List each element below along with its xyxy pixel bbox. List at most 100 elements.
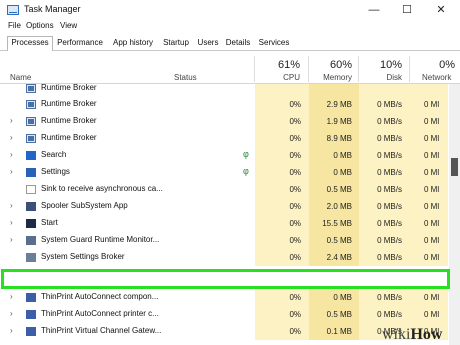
net-value: 0 Ml <box>424 151 440 160</box>
memory-column-header[interactable]: Memory <box>309 73 352 82</box>
menu-options[interactable]: Options <box>26 21 54 30</box>
net-value: 0 Ml <box>424 236 440 245</box>
disk-value: 0 MB/s <box>377 219 402 228</box>
process-row[interactable]: › Search φ 0% 0 MB 0 MB/s 0 Ml <box>0 147 448 164</box>
process-name: ThinPrint AutoConnect compon... <box>41 292 159 301</box>
process-row[interactable]: › Runtime Broker 0% 8.9 MB 0 MB/s 0 Ml <box>0 130 448 147</box>
process-name: Settings <box>41 167 70 176</box>
net-value: 0 Ml <box>424 293 440 302</box>
disk-value: 0 MB/s <box>377 236 402 245</box>
process-name: Runtime Broker <box>41 84 97 92</box>
shield-icon <box>26 236 36 245</box>
network-column-header[interactable]: Network <box>410 73 455 82</box>
blank-icon <box>26 185 36 194</box>
expand-chevron-icon[interactable]: › <box>10 167 13 176</box>
process-name: Spooler SubSystem App <box>41 201 128 210</box>
thinprint-icon <box>26 310 36 319</box>
mem-value: 0 MB <box>333 151 352 160</box>
mem-value: 0 MB <box>333 293 352 302</box>
column-divider[interactable] <box>308 56 309 82</box>
tab-startup[interactable]: Startup <box>160 37 192 49</box>
mem-value: 15.5 MB <box>322 219 352 228</box>
thinprint-icon <box>26 327 36 336</box>
tab-services[interactable]: Services <box>256 37 292 49</box>
settings-broker-icon <box>26 253 36 262</box>
minimize-button[interactable]: — <box>357 0 391 20</box>
process-name: System Settings Broker <box>41 252 125 261</box>
mem-value: 2.0 MB <box>326 202 352 211</box>
net-value: 0 Ml <box>424 168 440 177</box>
process-row[interactable]: › ThinPrint AutoConnect compon... 0% 0 MB 0 … <box>0 289 448 306</box>
column-divider[interactable] <box>254 56 255 82</box>
vertical-scrollbar[interactable] <box>449 84 460 345</box>
expand-chevron-icon[interactable]: › <box>10 235 13 244</box>
menu-file[interactable]: File <box>8 21 21 30</box>
suspended-leaf-icon: φ <box>243 149 249 159</box>
thinprint-icon <box>26 293 36 302</box>
menu-bar: File Options View <box>0 20 460 34</box>
expand-chevron-icon[interactable]: › <box>10 133 13 142</box>
cpu-value: 0% <box>289 168 301 177</box>
process-name: Runtime Broker <box>41 99 97 108</box>
column-divider[interactable] <box>409 56 410 82</box>
net-value: 0 Ml <box>424 185 440 194</box>
expand-chevron-icon[interactable]: › <box>10 309 13 318</box>
column-header: ⌃ Name Status 61% CPU 60% Memory 10% Dis… <box>0 51 460 112</box>
process-row[interactable]: › Start 0% 15.5 MB 0 MB/s 0 Ml <box>0 215 448 232</box>
tab-users[interactable]: Users <box>195 37 221 49</box>
process-row[interactable]: Sink to receive asynchronous ca... 0% 0.5 … <box>0 181 448 198</box>
highlight-box <box>1 269 450 289</box>
cpu-value: 0% <box>289 293 301 302</box>
disk-value: 0 MB/s <box>377 134 402 143</box>
cpu-value: 0% <box>289 219 301 228</box>
expand-chevron-icon[interactable]: › <box>10 292 13 301</box>
mem-value: 0.1 MB <box>326 327 352 336</box>
expand-chevron-icon[interactable]: › <box>10 326 13 335</box>
expand-chevron-icon[interactable]: › <box>10 150 13 159</box>
memory-percent: 60% <box>329 59 352 71</box>
process-row[interactable]: Runtime Broker 0% 2.9 MB 0 MB/s 0 Ml <box>0 96 448 113</box>
disk-value: 0 MB/s <box>377 117 402 126</box>
process-row[interactable]: System Settings Broker 0% 2.4 MB 0 MB/s 0 Ml <box>0 249 448 266</box>
process-row[interactable]: › System Guard Runtime Monitor... 0% 0.5 MB… <box>0 232 448 249</box>
close-button[interactable]: ✕ <box>424 0 458 20</box>
mem-value: 0 MB <box>333 168 352 177</box>
wikihow-watermark: wikiHow <box>382 326 442 344</box>
task-manager-icon <box>7 5 19 15</box>
cpu-value: 0% <box>289 202 301 211</box>
mem-value: 0.5 MB <box>326 236 352 245</box>
column-divider[interactable] <box>358 56 359 82</box>
process-row[interactable]: › Runtime Broker 0% 1.9 MB 0 MB/s 0 Ml <box>0 113 448 130</box>
disk-value: 0 MB/s <box>377 310 402 319</box>
watermark-part1: wiki <box>382 326 411 343</box>
tab-processes[interactable]: Processes <box>7 36 53 51</box>
disk-column-header[interactable]: Disk <box>359 73 402 82</box>
broker-icon <box>26 100 36 109</box>
process-row[interactable]: › ThinPrint AutoConnect printer c... 0% 0.5… <box>0 306 448 323</box>
tab-details[interactable]: Details <box>223 37 253 49</box>
process-name: ThinPrint AutoConnect printer c... <box>41 309 159 318</box>
maximize-button[interactable]: ☐ <box>390 0 424 20</box>
scrollbar-thumb[interactable] <box>451 158 458 176</box>
suspended-leaf-icon: φ <box>243 166 249 176</box>
process-list: Runtime Broker Runtime Broker 0% 2.9 MB 0 MB… <box>0 84 448 345</box>
expand-chevron-icon[interactable]: › <box>10 218 13 227</box>
cpu-column-header[interactable]: CPU <box>255 73 300 82</box>
mem-value: 8.9 MB <box>326 134 352 143</box>
net-value: 0 Ml <box>424 219 440 228</box>
process-row[interactable]: › Spooler SubSystem App 0% 2.0 MB 0 MB/s 0 Ml <box>0 198 448 215</box>
name-column-header[interactable]: Name <box>10 73 31 82</box>
expand-chevron-icon[interactable]: › <box>10 201 13 210</box>
process-name: Start <box>41 218 58 227</box>
menu-view[interactable]: View <box>60 21 77 30</box>
disk-value: 0 MB/s <box>377 168 402 177</box>
tab-performance[interactable]: Performance <box>54 37 106 49</box>
mem-value: 1.9 MB <box>326 117 352 126</box>
expand-chevron-icon[interactable]: › <box>10 116 13 125</box>
tab-app-history[interactable]: App history <box>109 37 157 49</box>
process-row[interactable]: › Settings φ 0% 0 MB 0 MB/s 0 Ml <box>0 164 448 181</box>
cpu-value: 0% <box>289 253 301 262</box>
process-row[interactable]: › ThinPrint Virtual Channel Gatew... 0% 0.1… <box>0 323 448 340</box>
status-column-header[interactable]: Status <box>174 73 197 82</box>
process-name: System Guard Runtime Monitor... <box>41 235 160 244</box>
